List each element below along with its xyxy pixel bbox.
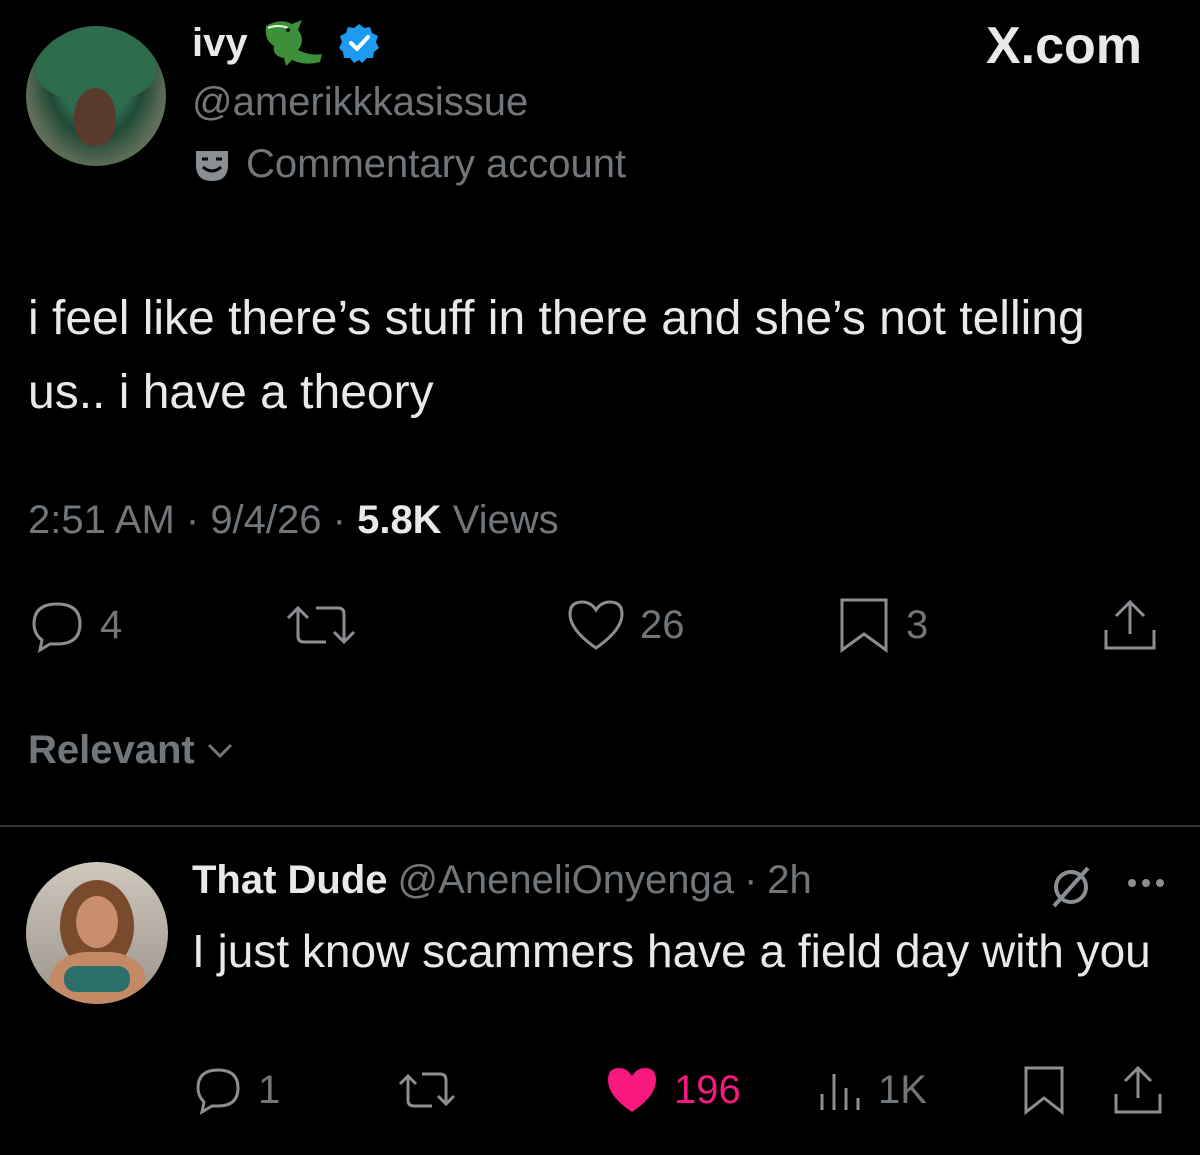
avatar-top <box>64 966 130 992</box>
crocodile-emoji-icon <box>265 20 322 66</box>
more-options-icon[interactable] <box>1126 876 1166 890</box>
section-divider <box>0 825 1200 827</box>
reply-count: 4 <box>100 602 123 647</box>
reply-icon <box>32 602 82 654</box>
like-count: 26 <box>640 602 685 647</box>
reply-like-count: 196 <box>674 1067 741 1112</box>
author-avatar[interactable] <box>26 26 166 166</box>
tweet-page: ivy @amerikkkasissue Commentary account … <box>0 0 1200 1155</box>
reply-author-avatar[interactable] <box>26 862 168 1004</box>
author-display-name[interactable]: ivy <box>192 21 248 66</box>
meta-separator: · <box>743 858 758 902</box>
tweet-text: i feel like there’s stuff in there and s… <box>28 292 1085 419</box>
sort-label: Relevant <box>28 728 195 772</box>
repost-button[interactable] <box>278 596 378 654</box>
reply-share-button[interactable] <box>1110 1064 1166 1116</box>
share-button[interactable] <box>1100 596 1160 654</box>
bookmark-count: 3 <box>906 602 929 647</box>
reply-time[interactable]: 2h <box>767 858 812 903</box>
heart-filled-icon <box>608 1068 656 1112</box>
account-label-text: Commentary account <box>246 142 627 186</box>
reply-author-name[interactable]: That Dude <box>192 858 388 903</box>
reply-repost-button[interactable] <box>392 1064 462 1116</box>
tweet-time[interactable]: 2:51 AM <box>28 498 175 542</box>
reply-like-button[interactable]: 196 <box>604 1064 741 1116</box>
reply-reply-count: 1 <box>258 1067 281 1112</box>
avatar-face <box>76 896 118 948</box>
reply-text: I just know scammers have a field day wi… <box>192 925 1151 977</box>
theater-mask-icon <box>196 150 228 181</box>
reply-actions: 1 196 1K <box>0 1060 1200 1124</box>
reply-bookmark-button[interactable] <box>1020 1064 1068 1116</box>
account-label: Commentary account <box>192 142 626 187</box>
analytics-icon <box>820 1074 860 1110</box>
reply-icon <box>196 1068 240 1116</box>
grok-icon[interactable] <box>1048 864 1094 910</box>
bookmark-button[interactable]: 3 <box>836 596 928 654</box>
reply-sort-dropdown[interactable]: Relevant <box>28 728 235 773</box>
tweet-actions: 4 26 3 <box>0 592 1200 662</box>
avatar-face <box>74 88 116 146</box>
views-label: Views <box>441 498 559 542</box>
x-com-watermark: X.com <box>985 17 1142 75</box>
reply-views-count: 1K <box>878 1067 927 1112</box>
repost-icon <box>286 605 356 645</box>
tweet-meta: 2:51 AM · 9/4/26 · 5.8K Views <box>28 498 559 543</box>
heart-icon <box>568 600 624 650</box>
verified-badge-icon[interactable] <box>338 22 380 64</box>
reply-author-handle[interactable]: @AneneliOnyenga <box>398 858 734 903</box>
reply-header: That Dude @AneneliOnyenga · 2h <box>192 858 812 903</box>
reply-button[interactable]: 4 <box>28 596 122 654</box>
author-name-row[interactable]: ivy <box>192 18 380 68</box>
like-button[interactable]: 26 <box>566 596 685 654</box>
bookmark-icon <box>1024 1066 1064 1116</box>
bookmark-icon <box>840 598 888 653</box>
reply-views-button[interactable]: 1K <box>816 1064 927 1116</box>
meta-separator: · <box>321 498 358 542</box>
meta-separator: · <box>174 498 211 542</box>
reply-reply-button[interactable]: 1 <box>192 1064 280 1116</box>
views-count[interactable]: 5.8K <box>357 498 442 542</box>
repost-icon <box>398 1072 456 1108</box>
share-icon <box>1114 1065 1162 1114</box>
share-icon <box>1104 599 1156 650</box>
chevron-down-icon <box>207 743 232 758</box>
author-handle[interactable]: @amerikkkasissue <box>192 80 528 125</box>
tweet-date[interactable]: 9/4/26 <box>210 498 321 542</box>
